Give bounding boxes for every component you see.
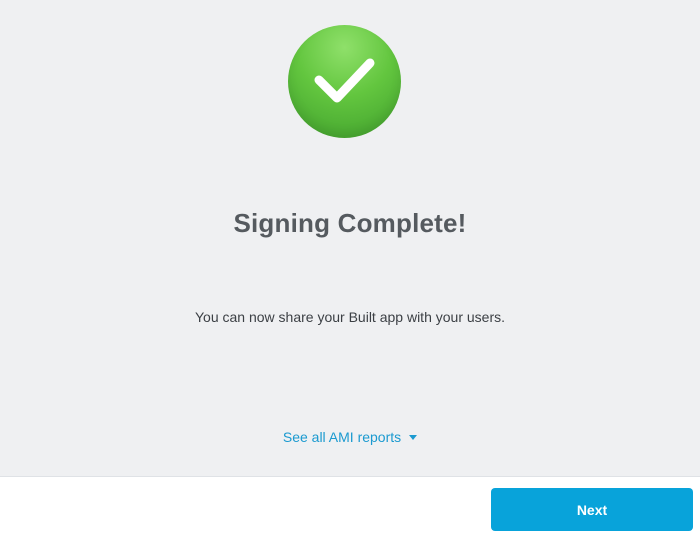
caret-down-icon xyxy=(409,435,418,440)
page-title: Signing Complete! xyxy=(233,208,467,238)
footer-bar: Next xyxy=(0,476,700,539)
signing-complete-page: Signing Complete! You can now share your… xyxy=(0,0,700,539)
content-area: Signing Complete! You can now share your… xyxy=(0,0,700,476)
success-badge xyxy=(288,25,401,138)
see-all-reports-link[interactable]: See all AMI reports xyxy=(0,429,700,445)
status-message: You can now share your Built app with yo… xyxy=(195,309,505,325)
next-button[interactable]: Next xyxy=(491,488,693,531)
see-all-reports-label: See all AMI reports xyxy=(282,429,402,445)
checkmark-icon xyxy=(314,58,375,103)
